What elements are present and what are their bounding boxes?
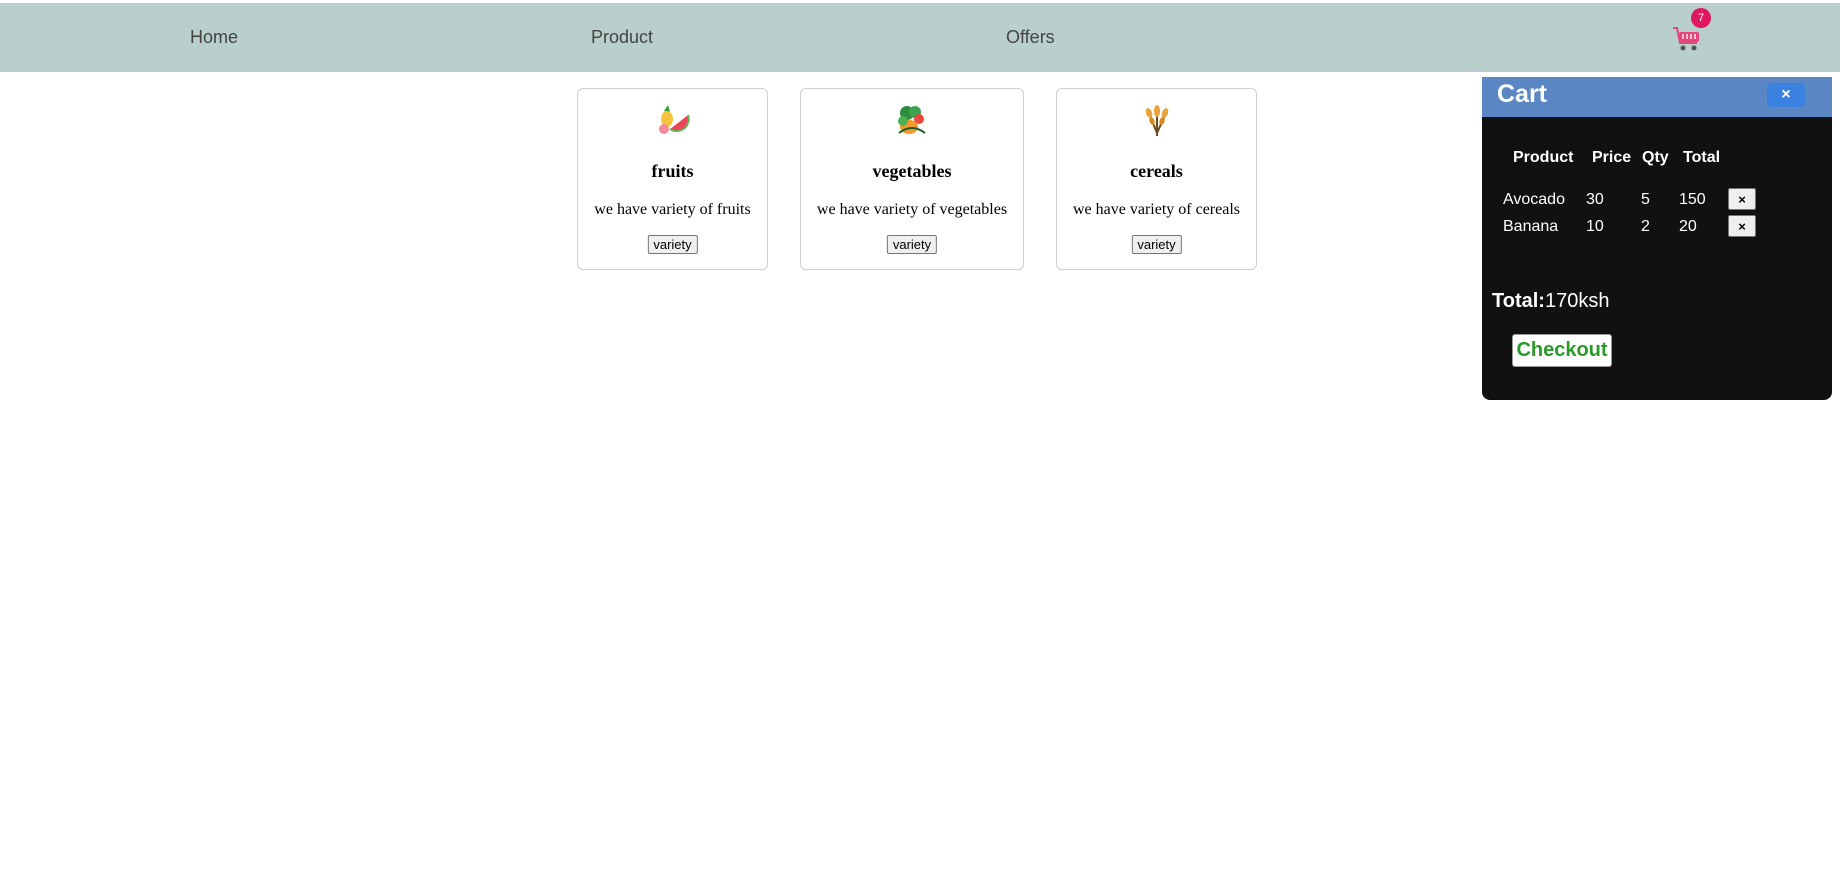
checkout-button[interactable]: Checkout <box>1512 334 1612 367</box>
column-header-qty: Qty <box>1642 149 1669 166</box>
card-title: cereals <box>1130 161 1183 181</box>
cart-item-product: Banana <box>1503 218 1559 235</box>
category-card-fruits: fruits we have variety of fruits variety <box>577 88 768 270</box>
column-header-product: Product <box>1513 149 1574 166</box>
card-title: fruits <box>651 161 694 181</box>
fruits-icon <box>656 103 690 137</box>
cart-item-qty: 2 <box>1641 218 1650 235</box>
cart-item-total: 150 <box>1679 191 1706 208</box>
cart-total-value: 170ksh <box>1544 290 1610 312</box>
close-cart-button[interactable]: × <box>1767 83 1805 107</box>
card-title: vegetables <box>872 161 952 181</box>
variety-button[interactable]: variety <box>886 235 938 254</box>
cart-item-price: 10 <box>1586 218 1604 235</box>
nav-home-link[interactable]: Home <box>190 27 238 48</box>
nav-product-link[interactable]: Product <box>591 27 653 48</box>
card-description: we have variety of cereals <box>1072 201 1240 218</box>
cart-title: Cart <box>1497 80 1548 108</box>
cart-item-price: 30 <box>1586 191 1604 208</box>
cart-header: Cart × <box>1482 77 1832 117</box>
column-header-total: Total <box>1683 149 1721 166</box>
cart-item-product: Avocado <box>1503 191 1565 208</box>
cart-total: Total:170ksh <box>1492 290 1609 313</box>
variety-button[interactable]: variety <box>647 235 698 254</box>
column-header-price: Price <box>1592 149 1632 166</box>
card-description: we have variety of fruits <box>594 201 751 218</box>
cart-item-total: 20 <box>1679 218 1697 235</box>
category-card-vegetables: vegetables we have variety of vegetables… <box>800 88 1024 270</box>
cart-item-qty: 5 <box>1641 191 1650 208</box>
remove-item-button[interactable]: × <box>1728 188 1756 210</box>
cart-total-label: Total: <box>1492 290 1545 312</box>
nav-offers-link[interactable]: Offers <box>1006 27 1055 48</box>
card-description: we have variety of vegetables <box>816 201 1008 218</box>
shopping-cart-icon[interactable] <box>1672 25 1702 53</box>
remove-item-button[interactable]: × <box>1728 215 1756 237</box>
cart-panel: Cart × Product Price Qty Total Avocado 3… <box>1482 77 1832 400</box>
top-navbar: Home Product Offers 7 <box>0 3 1840 72</box>
wheat-icon <box>1140 103 1174 137</box>
variety-button[interactable]: variety <box>1131 235 1182 254</box>
vegetables-icon <box>895 103 929 137</box>
category-card-cereals: cereals we have variety of cereals varie… <box>1056 88 1257 270</box>
cart-count-badge: 7 <box>1691 8 1711 28</box>
